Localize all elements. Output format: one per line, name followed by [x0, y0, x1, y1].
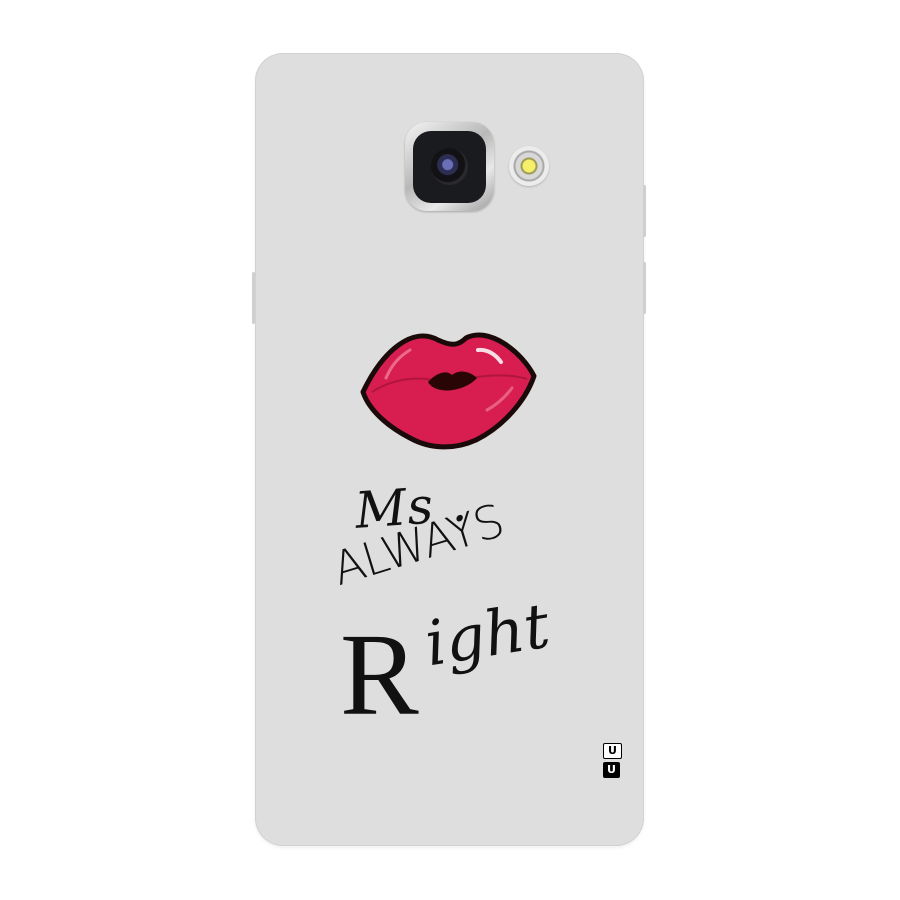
lips-icon [360, 332, 537, 450]
product-image: Ms . ALWAYS R ight U U [0, 0, 900, 900]
design-text-right-initial: R [340, 609, 419, 740]
brand-logo-bottom: U [603, 762, 620, 778]
brand-logo-top: U [603, 743, 622, 759]
